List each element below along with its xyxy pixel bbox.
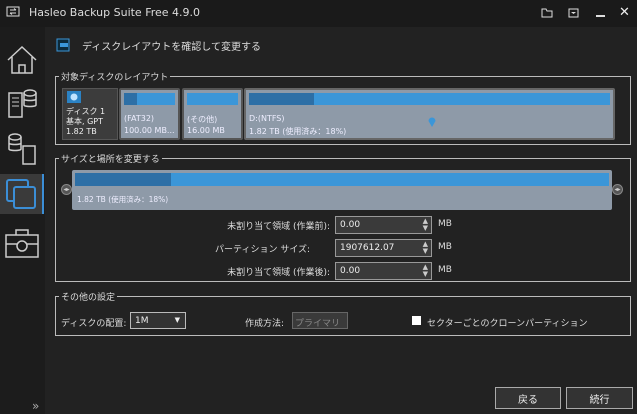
chevron-down-icon: ▼ — [174, 316, 180, 324]
unallocated-after-value: 0.00 — [340, 266, 361, 276]
sector-clone-checkbox[interactable] — [412, 316, 421, 325]
partition-size: 1.82 TB (使用済み：18%) — [249, 127, 347, 136]
disk-layout-icon — [56, 38, 70, 52]
app-title: Hasleo Backup Suite Free 4.9.0 — [29, 6, 201, 19]
close-icon[interactable]: ✕ — [619, 5, 630, 20]
spinner-icon[interactable]: ▲ ▼ — [423, 264, 428, 278]
sidebar-item-home[interactable] — [0, 40, 44, 80]
spinner-icon[interactable]: ▲ ▼ — [423, 218, 428, 232]
sidebar: » — [0, 27, 45, 414]
creation-method-value: プライマリ — [295, 319, 341, 329]
spinner-icon[interactable]: ▲ ▼ — [423, 241, 428, 255]
tray-icon[interactable] — [568, 8, 579, 18]
disk-alignment-select[interactable]: 1M ▼ — [130, 312, 186, 329]
backup-icon — [8, 89, 37, 118]
resize-group-title: サイズと場所を変更する — [59, 152, 162, 165]
partition-size-input[interactable]: 1907612.07 ▲ ▼ — [335, 239, 432, 257]
unallocated-after-label: 未割り当て領域 (作業後): — [227, 268, 330, 278]
partition-size: 16.00 MB — [187, 126, 225, 135]
back-button[interactable]: 戻る — [495, 387, 561, 409]
sidebar-item-restore[interactable] — [0, 129, 44, 169]
app-logo-icon — [6, 6, 20, 17]
sector-clone-label: セクターごとのクローンパーティション — [427, 319, 588, 329]
disk-alignment-label: ディスクの配置: — [61, 319, 127, 329]
page-title: ディスクレイアウトを確認して変更する — [82, 42, 261, 53]
creation-method-select: プライマリ — [292, 312, 348, 329]
next-button[interactable]: 続行 — [566, 387, 633, 409]
disk-info[interactable]: ディスク 1 基本, GPT 1.82 TB — [62, 88, 118, 140]
unit-label: MB — [438, 265, 452, 275]
location-pin-icon — [428, 117, 436, 127]
minimize-icon[interactable] — [596, 15, 605, 17]
disk-icon — [67, 91, 81, 103]
clone-icon — [6, 179, 36, 209]
other-settings-title: その他の設定 — [59, 290, 118, 303]
partition-label: (FAT32) — [124, 114, 155, 123]
partition-label: D:(NTFS) — [249, 114, 285, 123]
resize-bar[interactable]: 1.82 TB (使用済み：18%) — [72, 170, 612, 210]
unallocated-after-input[interactable]: 0.00 ▲ ▼ — [335, 262, 432, 280]
expand-sidebar-button[interactable]: » — [32, 399, 39, 413]
disk-alignment-value: 1M — [135, 316, 149, 326]
creation-method-label: 作成方法: — [245, 319, 285, 329]
resize-bar-text: 1.82 TB (使用済み：18%) — [77, 195, 169, 204]
partition-label: (その他) — [187, 115, 218, 124]
title-bar: Hasleo Backup Suite Free 4.9.0 ✕ — [0, 0, 637, 27]
home-icon — [7, 45, 37, 74]
unallocated-before-value: 0.00 — [340, 220, 361, 230]
layout-group-title: 対象ディスクのレイアウト — [59, 70, 171, 83]
partition-fat32[interactable]: (FAT32) 100.00 MB... — [119, 88, 180, 140]
toolbox-icon — [5, 229, 39, 258]
unallocated-before-label: 未割り当て領域 (作業前): — [227, 222, 330, 232]
open-folder-icon[interactable] — [541, 8, 553, 18]
partition-size-value: 1907612.07 — [340, 243, 395, 253]
unit-label: MB — [438, 219, 452, 229]
restore-icon — [8, 133, 36, 165]
unit-label: MB — [438, 242, 452, 252]
sidebar-item-backup[interactable] — [0, 84, 44, 124]
sidebar-item-clone[interactable] — [0, 174, 44, 214]
sidebar-item-tools[interactable] — [0, 223, 44, 263]
disk-size: 1.82 TB — [66, 127, 97, 136]
partition-d-ntfs[interactable]: D:(NTFS) 1.82 TB (使用済み：18%) — [244, 88, 615, 140]
resize-handle-right[interactable]: ◂▸ — [612, 184, 623, 195]
disk-type: 基本, GPT — [66, 117, 103, 126]
unallocated-before-input[interactable]: 0.00 ▲ ▼ — [335, 216, 432, 234]
partition-size: 100.00 MB... — [124, 126, 175, 135]
partition-other[interactable]: (その他) 16.00 MB — [182, 88, 243, 140]
resize-handle-left[interactable]: ◂▸ — [61, 184, 72, 195]
